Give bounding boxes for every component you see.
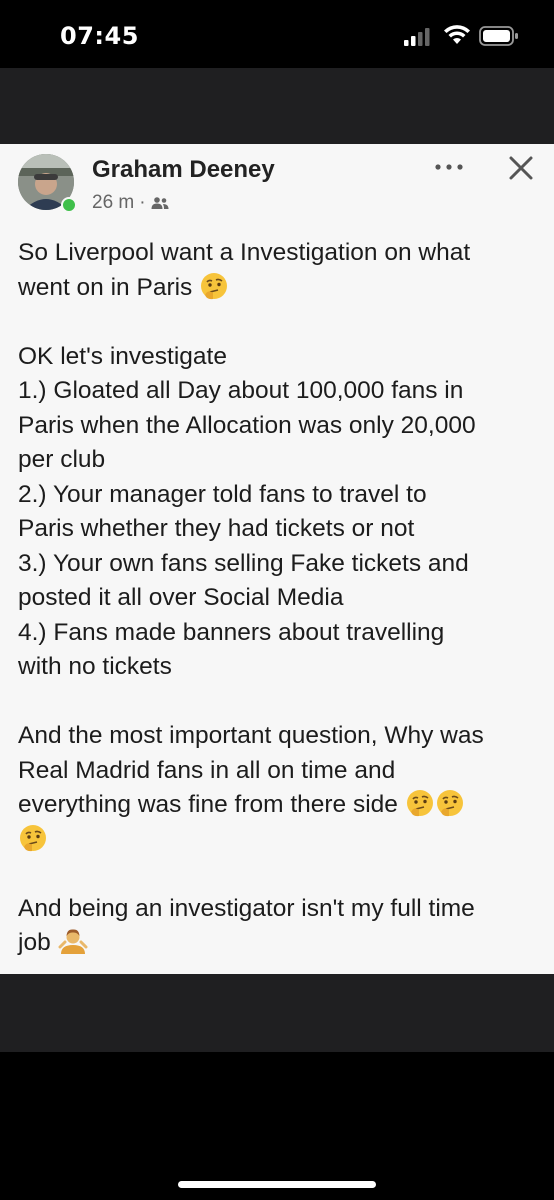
close-icon[interactable] <box>507 154 535 182</box>
text-line: per club <box>18 446 106 473</box>
paragraph-4: And being an investigator isn't my full … <box>18 892 538 961</box>
top-band <box>0 68 554 144</box>
status-time: 07:45 <box>60 22 139 50</box>
online-status-dot <box>61 197 77 213</box>
post-card: Graham Deeney 26 m · So Liverpool want a… <box>0 144 554 974</box>
post-meta: 26 m · <box>92 192 169 214</box>
text-line: So Liverpool want a Investigation on wha… <box>18 239 471 266</box>
bottom-band <box>0 974 554 1052</box>
text-line: 3.) Your own fans selling Fake tickets a… <box>18 549 469 577</box>
thinking-face-icon <box>20 824 46 851</box>
battery-icon <box>479 26 518 46</box>
paragraph-3: And the most important question, Why was… <box>18 719 538 857</box>
home-indicator[interactable] <box>178 1181 376 1188</box>
text-line: posted it all over Social Media <box>18 584 344 611</box>
post-timestamp[interactable]: 26 m <box>92 192 134 214</box>
thinking-face-icon <box>201 272 228 299</box>
text-line: OK let's investigate <box>18 342 227 370</box>
text-line-with-emoji: job <box>18 926 538 961</box>
emoji-line <box>18 823 538 858</box>
text-line: Paris whether they had tickets or not <box>18 515 415 542</box>
meta-separator: · <box>139 192 146 213</box>
author-name[interactable]: Graham Deeney <box>92 156 275 184</box>
paragraph-2: OK let's investigate 1.) Gloated all Day… <box>18 340 538 685</box>
text-line: Paris when the Allocation was only 20,00… <box>18 411 476 439</box>
paragraph-1: So Liverpool want a Investigation on wha… <box>18 236 538 305</box>
text-line-with-emoji: went on in Paris <box>18 271 538 306</box>
thinking-face-icon <box>406 790 433 817</box>
text-line: with no tickets <box>18 653 172 680</box>
text-line-with-emoji: everything was fine from there side <box>18 788 538 823</box>
screen: 07:45 Graham Deeney 26 m · So Liverpool … <box>0 0 554 1200</box>
text-line: And the most important question, Why was <box>18 722 484 749</box>
text-line: job <box>18 929 51 956</box>
text-line: And being an investigator isn't my full … <box>18 894 475 922</box>
thinking-face-icon <box>436 790 463 817</box>
text-line: 1.) Gloated all Day about 100,000 fans i… <box>18 377 464 404</box>
text-line: went on in Paris <box>18 273 193 301</box>
shrug-icon <box>58 929 88 954</box>
signal-icon <box>404 28 430 46</box>
text-line: 2.) Your manager told fans to travel to <box>18 480 427 508</box>
post-body: So Liverpool want a Investigation on wha… <box>18 236 538 995</box>
text-line: Real Madrid fans in all on time and <box>18 756 396 784</box>
friends-icon <box>151 197 169 209</box>
more-dots-icon[interactable] <box>431 159 467 175</box>
text-line: everything was fine from there side <box>18 791 398 818</box>
status-bar: 07:45 <box>0 0 554 68</box>
wifi-icon <box>444 25 470 44</box>
text-line: 4.) Fans made banners about travelling <box>18 618 445 646</box>
